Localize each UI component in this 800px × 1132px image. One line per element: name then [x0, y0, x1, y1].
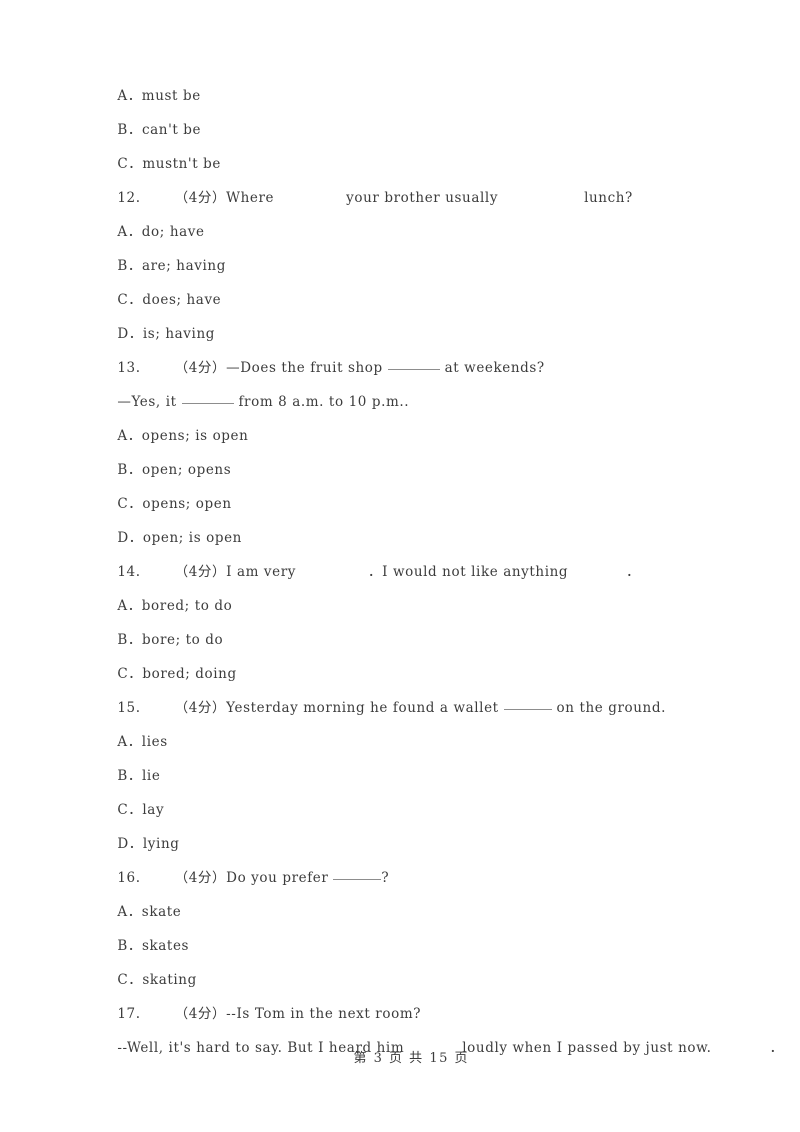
stem-part: ． [626, 564, 641, 580]
option-label: B．can't be [117, 122, 202, 138]
stem-part: Do you prefer [226, 870, 329, 886]
stem-part: ．I would not like anything [368, 564, 569, 580]
question-list: A．must be B．can't be C．mustn't be 12. （4分… [88, 45, 783, 1056]
option-label: C．mustn't be [117, 156, 221, 172]
option-label: B．open; opens [117, 462, 232, 478]
option-label: B．skates [117, 938, 190, 954]
question-marks: （4分） [174, 190, 227, 206]
question-marks: （4分） [174, 1006, 227, 1022]
stem-part: your brother usually [346, 190, 499, 206]
option-row[interactable]: B．skates [88, 895, 728, 954]
answer-blank[interactable] [333, 879, 382, 880]
stem-part: —Yes, it [117, 394, 177, 410]
answer-blank[interactable] [181, 403, 234, 404]
option-label: B．bore; to do [117, 632, 224, 648]
option-row[interactable]: A．must be [88, 45, 728, 104]
option-row[interactable]: D．lying [88, 793, 728, 852]
answer-blank[interactable] [387, 369, 440, 370]
question-number: 16. [117, 870, 141, 886]
option-label: C．opens; open [117, 496, 232, 512]
option-label: C．lay [117, 802, 165, 818]
question-number: 17. [117, 1006, 141, 1022]
stem-part: on the ground. [556, 700, 666, 716]
option-label: A．must be [117, 88, 201, 104]
question-number: 13. [117, 360, 141, 376]
option-label: A．do; have [117, 224, 205, 240]
option-label: A．bored; to do [117, 598, 233, 614]
option-row[interactable]: B．lie [88, 725, 728, 784]
option-label: A．skate [117, 904, 182, 920]
option-label: A．opens; is open [117, 428, 249, 444]
question-number: 14. [117, 564, 141, 580]
stem-part: Yesterday morning he found a wallet [226, 700, 499, 716]
option-label: A．lies [117, 734, 168, 750]
stem-part: I am very [226, 564, 297, 580]
exam-page: A．must be B．can't be C．mustn't be 12. （4分… [0, 0, 800, 1132]
stem-part: --Is Tom in the next room? [226, 1006, 422, 1022]
stem-part: Where [226, 190, 275, 206]
stem-part: lunch? [584, 190, 633, 206]
question-stem: 16. （4分）Do you prefer ? [88, 827, 728, 886]
option-label: D．open; is open [117, 530, 242, 546]
stem-part: at weekends? [444, 360, 545, 376]
page-footer: 第 3 页 共 15 页 [0, 1032, 800, 1081]
page-indicator: 第 3 页 共 15 页 [353, 1051, 469, 1066]
answer-blank[interactable] [503, 709, 552, 710]
question-marks: （4分） [174, 360, 227, 376]
option-label: C．bored; doing [117, 666, 237, 682]
question-marks: （4分） [174, 564, 227, 580]
option-row[interactable]: C．lay [88, 759, 728, 818]
stem-part: ? [381, 870, 390, 886]
option-label: D．lying [117, 836, 180, 852]
option-label: C．does; have [117, 292, 222, 308]
option-label: B．are; having [117, 258, 226, 274]
question-marks: （4分） [174, 870, 227, 886]
stem-part: from 8 a.m. to 10 p.m.. [238, 394, 410, 410]
stem-part: —Does the fruit shop [226, 360, 383, 376]
option-label: B．lie [117, 768, 161, 784]
option-label: C．skating [117, 972, 197, 988]
question-marks: （4分） [174, 700, 227, 716]
question-number: 12. [117, 190, 141, 206]
option-label: D．is; having [117, 326, 215, 342]
question-number: 15. [117, 700, 141, 716]
